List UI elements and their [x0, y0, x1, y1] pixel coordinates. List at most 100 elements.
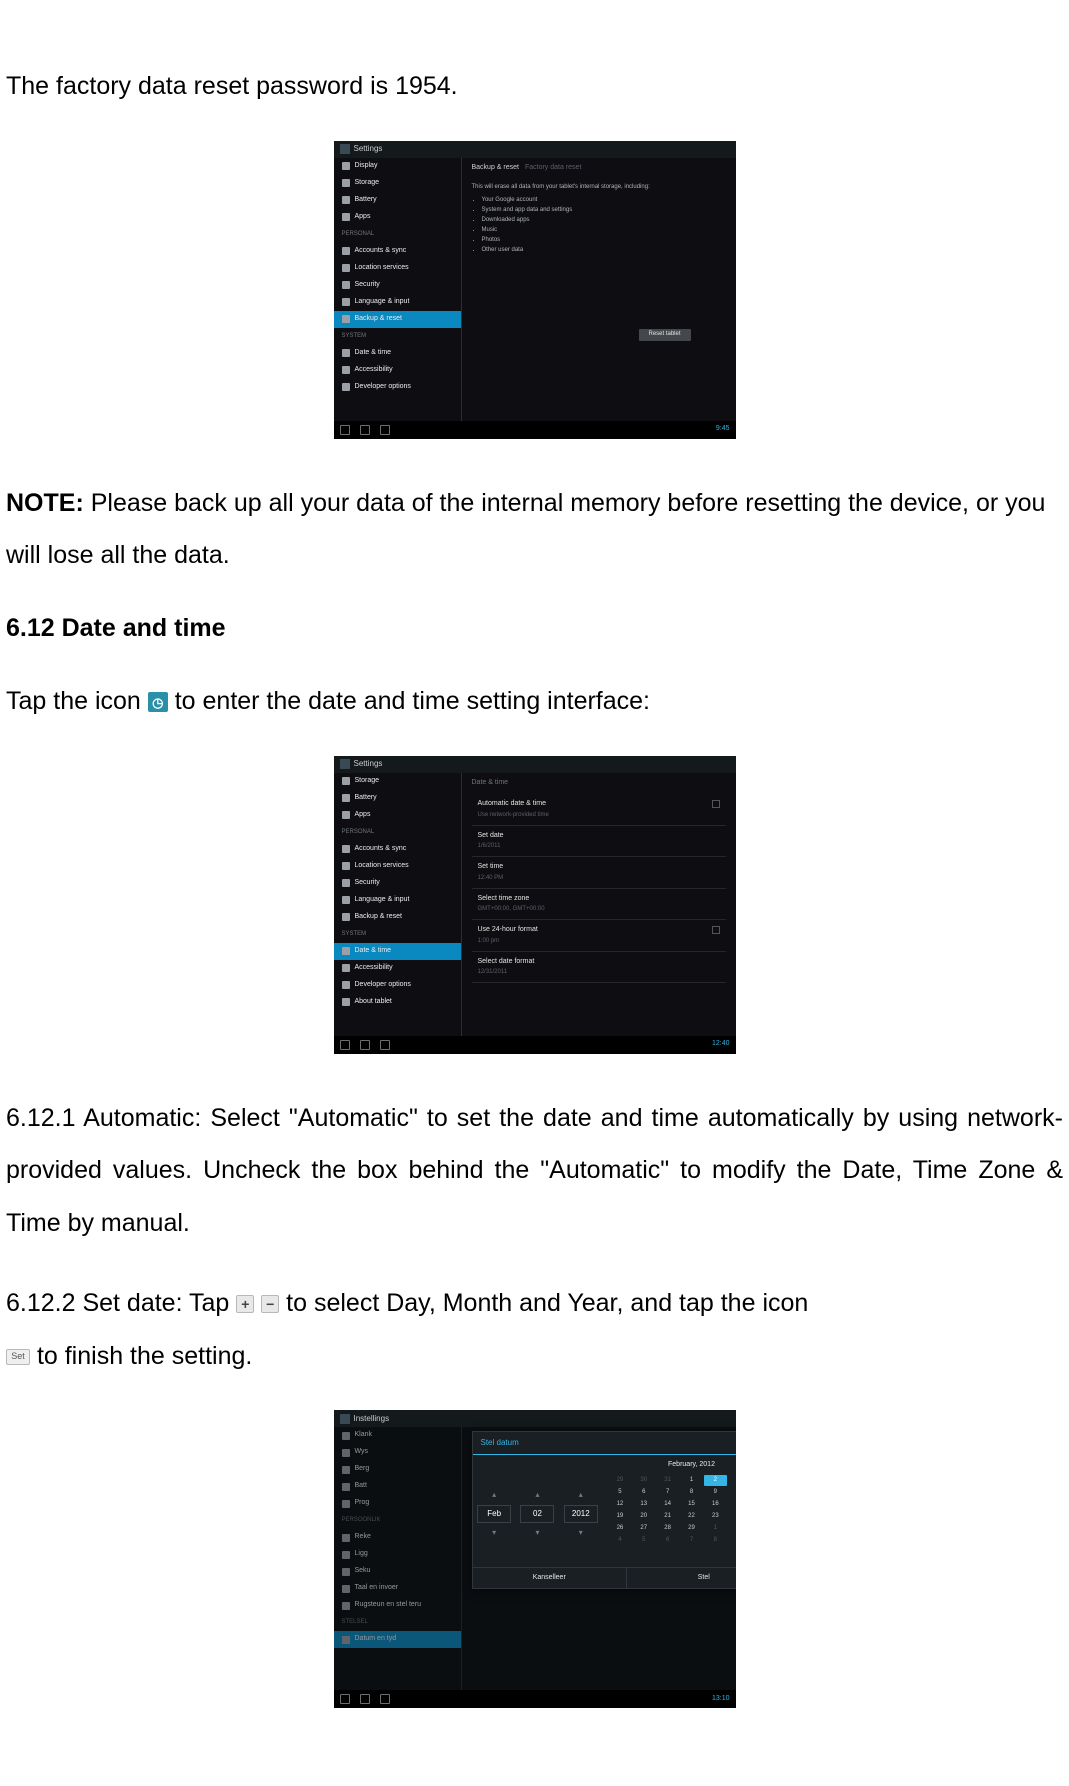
calendar-day[interactable]: 22 — [680, 1511, 703, 1522]
calendar-day[interactable]: 14 — [656, 1499, 679, 1510]
sidebar-item-battery[interactable]: Battery — [334, 192, 461, 209]
row-timezone[interactable]: Select time zoneGMT+00:00, GMT+00:00 — [472, 889, 726, 921]
sidebar-item-accounts-sync[interactable]: Accounts & sync — [334, 841, 461, 858]
calendar-day[interactable]: 1 — [680, 1475, 703, 1486]
sidebar-item-date-time: Datum en tyd — [334, 1631, 461, 1648]
picker-month-column[interactable]: ▴ Feb ▾ — [477, 1489, 511, 1539]
dialog-cancel-button[interactable]: Kanselleer — [473, 1568, 628, 1589]
sidebar-item-date-time[interactable]: Date & time — [334, 345, 461, 362]
sidebar-item-developer[interactable]: Developer options — [334, 379, 461, 396]
sidebar-item-security[interactable]: Security — [334, 277, 461, 294]
nav-home-icon[interactable] — [360, 1040, 370, 1050]
sidebar-item-apps[interactable]: Apps — [334, 807, 461, 824]
picker-down-icon[interactable]: ▾ — [477, 1527, 511, 1539]
nav-back-icon[interactable] — [340, 1694, 350, 1704]
checkbox-24h[interactable] — [712, 926, 720, 934]
sidebar-item-security[interactable]: Security — [334, 875, 461, 892]
calendar-day[interactable]: 3 — [728, 1475, 736, 1486]
calendar-day[interactable]: 21 — [656, 1511, 679, 1522]
clock-icon: ◷ — [148, 692, 168, 712]
calendar-day[interactable]: 6 — [656, 1535, 679, 1546]
calendar-day[interactable]: 13 — [632, 1499, 655, 1510]
sidebar-item-language[interactable]: Language & input — [334, 892, 461, 909]
sidebar-item-backup-reset[interactable]: Backup & reset — [334, 311, 461, 328]
row-24h-format[interactable]: Use 24-hour format1:00 pm — [472, 920, 726, 952]
dialog-set-button[interactable]: Stel — [627, 1568, 736, 1589]
calendar-day[interactable]: 24 — [728, 1511, 736, 1522]
nav-back-icon[interactable] — [340, 1040, 350, 1050]
screenshot3-set-date-dialog: Instellings Klank Wys Berg Batt Prog PER… — [334, 1410, 736, 1708]
picker-down-icon[interactable]: ▾ — [520, 1527, 554, 1539]
calendar-day[interactable]: 10 — [728, 1487, 736, 1498]
language-icon — [342, 896, 350, 904]
calendar-day[interactable]: 27 — [632, 1523, 655, 1534]
calendar-day[interactable]: 28 — [656, 1523, 679, 1534]
sidebar-item-date-time[interactable]: Date & time — [334, 943, 461, 960]
calendar-day[interactable]: 29 — [609, 1475, 632, 1486]
nav-back-icon[interactable] — [340, 425, 350, 435]
row-auto-date-time[interactable]: Automatic date & timeUse network-provide… — [472, 794, 726, 826]
calendar-day[interactable]: 9 — [704, 1487, 727, 1498]
calendar-day[interactable]: 5 — [632, 1535, 655, 1546]
calendar-day[interactable]: 15 — [680, 1499, 703, 1510]
sidebar-item-battery[interactable]: Battery — [334, 790, 461, 807]
sidebar-item-about[interactable]: About tablet — [334, 994, 461, 1011]
calendar-day[interactable]: 2 — [728, 1523, 736, 1534]
calendar-day[interactable]: 4 — [609, 1535, 632, 1546]
security-icon — [342, 1568, 350, 1576]
calendar-day[interactable]: 7 — [656, 1487, 679, 1498]
nav-home-icon[interactable] — [360, 1694, 370, 1704]
settings-sidebar: Storage Battery Apps PERSONAL Accounts &… — [334, 773, 462, 1036]
picker-up-icon[interactable]: ▴ — [520, 1489, 554, 1501]
nav-recents-icon[interactable] — [380, 425, 390, 435]
calendar-day[interactable]: 5 — [609, 1487, 632, 1498]
location-icon — [342, 862, 350, 870]
para-6-12-1: 6.12.1 Automatic: Select "Automatic" to … — [6, 1092, 1063, 1250]
sidebar-item: Taal en invoer — [334, 1580, 461, 1597]
calendar-day[interactable]: 19 — [609, 1511, 632, 1522]
calendar-day[interactable]: 8 — [680, 1487, 703, 1498]
sidebar-item-location[interactable]: Location services — [334, 260, 461, 277]
sidebar-item-accounts-sync[interactable]: Accounts & sync — [334, 243, 461, 260]
nav-home-icon[interactable] — [360, 425, 370, 435]
calendar-day[interactable]: 29 — [680, 1523, 703, 1534]
calendar-day[interactable]: 30 — [632, 1475, 655, 1486]
sidebar-item-developer[interactable]: Developer options — [334, 977, 461, 994]
sidebar-item-accessibility[interactable]: Accessibility — [334, 960, 461, 977]
content-pane: Stel datum ▴ Feb ▾ ▴ 02 ▾ — [462, 1427, 736, 1690]
row-date-format[interactable]: Select date format12/31/2011 — [472, 952, 726, 984]
calendar-day[interactable]: 20 — [632, 1511, 655, 1522]
calendar-day[interactable]: 8 — [704, 1535, 727, 1546]
calendar-day[interactable]: 31 — [656, 1475, 679, 1486]
picker-day-column[interactable]: ▴ 02 ▾ — [520, 1489, 554, 1539]
sidebar-item-display[interactable]: Display — [334, 158, 461, 175]
sidebar-item-apps[interactable]: Apps — [334, 209, 461, 226]
calendar-day[interactable]: 9 — [728, 1535, 736, 1546]
calendar-day[interactable]: 7 — [680, 1535, 703, 1546]
calendar-day[interactable]: 23 — [704, 1511, 727, 1522]
checkbox-auto[interactable] — [712, 800, 720, 808]
reset-tablet-button[interactable]: Reset tablet — [639, 329, 691, 341]
row-set-time[interactable]: Set time12:40 PM — [472, 857, 726, 889]
calendar-day[interactable]: 2 — [704, 1475, 727, 1486]
calendar-day[interactable]: 12 — [609, 1499, 632, 1510]
calendar-day[interactable]: 1 — [704, 1523, 727, 1534]
sidebar-item-storage[interactable]: Storage — [334, 175, 461, 192]
picker-year-column[interactable]: ▴ 2012 ▾ — [564, 1489, 598, 1539]
sidebar-item-storage[interactable]: Storage — [334, 773, 461, 790]
nav-recents-icon[interactable] — [380, 1040, 390, 1050]
sidebar-item-backup-reset[interactable]: Backup & reset — [334, 909, 461, 926]
nav-recents-icon[interactable] — [380, 1694, 390, 1704]
sidebar-item-language[interactable]: Language & input — [334, 294, 461, 311]
calendar-day[interactable]: 6 — [632, 1487, 655, 1498]
calendar-day[interactable]: 16 — [704, 1499, 727, 1510]
calendar-day[interactable]: 26 — [609, 1523, 632, 1534]
sync-icon — [342, 845, 350, 853]
sidebar-item-location[interactable]: Location services — [334, 858, 461, 875]
sidebar-item-accessibility[interactable]: Accessibility — [334, 362, 461, 379]
picker-down-icon[interactable]: ▾ — [564, 1527, 598, 1539]
calendar-day[interactable]: 17 — [728, 1499, 736, 1510]
row-set-date[interactable]: Set date1/6/2011 — [472, 826, 726, 858]
picker-up-icon[interactable]: ▴ — [477, 1489, 511, 1501]
picker-up-icon[interactable]: ▴ — [564, 1489, 598, 1501]
